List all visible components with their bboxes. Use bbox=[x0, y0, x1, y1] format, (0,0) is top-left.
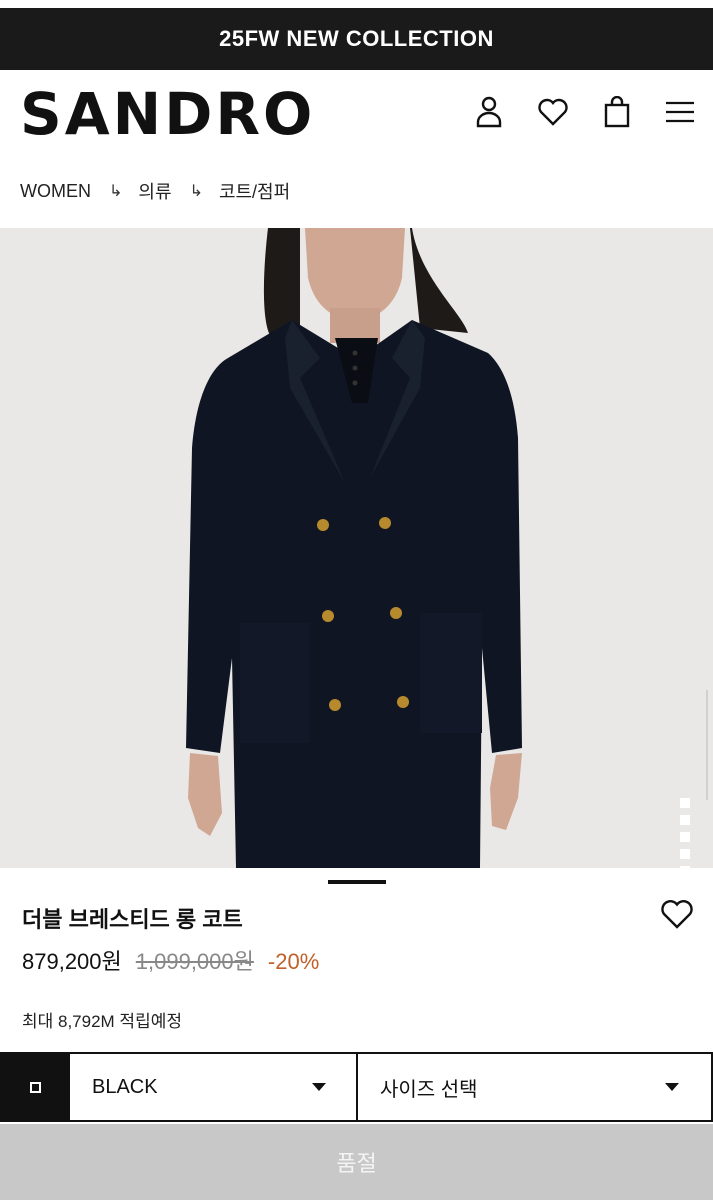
gallery-dot[interactable] bbox=[680, 798, 690, 808]
gallery-dot[interactable] bbox=[680, 849, 690, 859]
sale-price: 879,200원 bbox=[22, 949, 122, 974]
site-header: SANDRO bbox=[0, 70, 713, 160]
gallery-dot[interactable] bbox=[680, 866, 690, 868]
color-dropdown[interactable]: BLACK bbox=[70, 1054, 358, 1120]
breadcrumb-clothing[interactable]: 의류 bbox=[138, 178, 171, 204]
chevron-down-icon bbox=[665, 1083, 679, 1091]
size-placeholder: 사이즈 선택 bbox=[380, 1078, 478, 1101]
breadcrumb-separator-icon: ↳ bbox=[189, 183, 203, 200]
model-photo bbox=[0, 228, 713, 868]
heart-icon[interactable] bbox=[535, 94, 571, 130]
discount-badge: -20% bbox=[267, 949, 320, 974]
breadcrumb-women[interactable]: WOMEN bbox=[20, 181, 91, 202]
original-price: 1,099,000원 bbox=[135, 949, 254, 974]
price-row: 879,200원 1,099,000원 -20% bbox=[22, 944, 319, 976]
wishlist-heart-icon[interactable] bbox=[660, 898, 694, 932]
size-dropdown[interactable]: 사이즈 선택 bbox=[358, 1054, 713, 1120]
color-swatch[interactable] bbox=[0, 1054, 70, 1120]
option-selectors: BLACK 사이즈 선택 bbox=[0, 1052, 713, 1122]
breadcrumb: WOMEN ↳ 의류 ↳ 코트/점퍼 bbox=[20, 178, 290, 204]
gallery-dot[interactable] bbox=[680, 832, 690, 842]
scrollbar[interactable] bbox=[706, 690, 708, 800]
gallery-dot[interactable] bbox=[680, 815, 690, 825]
color-value: BLACK bbox=[92, 1075, 158, 1098]
breadcrumb-coats[interactable]: 코트/점퍼 bbox=[219, 178, 290, 204]
slide-indicator bbox=[328, 880, 386, 884]
gallery-pagination bbox=[680, 798, 690, 868]
menu-icon[interactable] bbox=[662, 94, 698, 130]
sold-out-button[interactable]: 품절 bbox=[0, 1124, 713, 1200]
promo-banner[interactable]: 25FW NEW COLLECTION bbox=[0, 8, 713, 70]
breadcrumb-separator-icon: ↳ bbox=[109, 183, 123, 200]
sold-out-label: 품절 bbox=[336, 1151, 377, 1176]
product-image[interactable] bbox=[0, 228, 713, 868]
account-icon[interactable] bbox=[471, 94, 507, 130]
promo-text: 25FW NEW COLLECTION bbox=[219, 26, 494, 51]
swatch-square-icon bbox=[29, 1081, 41, 1093]
product-title: 더블 브레스티드 롱 코트 bbox=[22, 907, 243, 932]
chevron-down-icon bbox=[312, 1083, 326, 1091]
brand-logo[interactable]: SANDRO bbox=[20, 84, 315, 144]
shopping-bag-icon[interactable] bbox=[599, 94, 635, 130]
reward-points: 최대 8,792M 적립예정 bbox=[22, 1012, 182, 1031]
